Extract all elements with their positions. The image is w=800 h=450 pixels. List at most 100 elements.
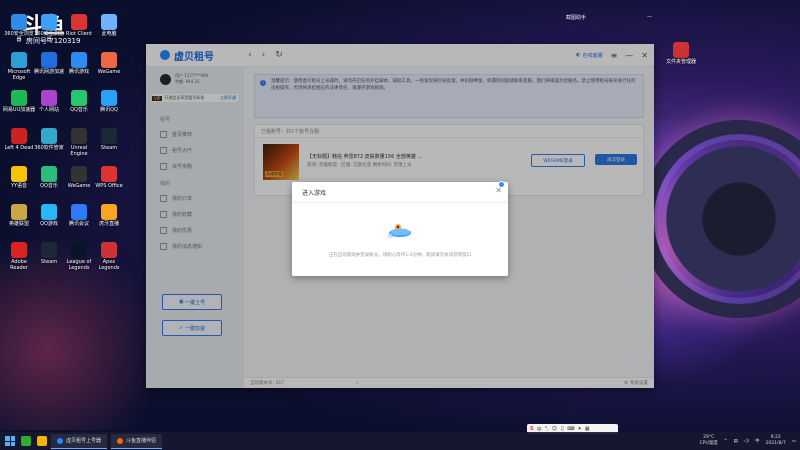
desktop-icon-label: 360软件管家 [34,145,64,151]
app-shortcut-icon [11,90,27,106]
top-right-widget-label: 截图助手 [566,14,587,21]
app-shortcut-icon [41,90,57,106]
app-shortcut-icon [71,14,87,30]
app-shortcut-icon [11,128,27,144]
app-shortcut-icon [11,52,27,68]
desktop-icon-label: 360安全浏览器 [4,31,34,43]
desktop-icon[interactable]: 腾讯会议 [62,204,96,228]
desktop-icon[interactable]: 英雄联盟 [2,204,36,228]
desktop-icon[interactable]: Unreal Engine [62,128,96,158]
windows-start-icon[interactable] [5,436,15,446]
desktop-icon[interactable]: YY语音 [2,166,36,190]
desktop-icon[interactable]: QQ音乐 [62,90,96,114]
cpu-temp-widget[interactable]: 29°C CPU温度 [700,435,718,447]
notification-dot-icon [498,181,505,188]
desktop-icon[interactable]: Left 4 Dead [2,128,36,152]
desktop-icon-label: Adobe Reader [10,259,28,271]
network-icon[interactable]: ▤ [734,439,738,444]
app-shortcut-icon [41,242,57,258]
desktop-icon[interactable]: WPS Office [92,166,126,190]
app-shortcut-icon [41,128,57,144]
desktop-icon-label: YY语音 [10,183,28,189]
app-shortcut-icon [41,204,57,220]
app-shortcut-icon [71,204,87,220]
desktop-icon-label: QQ游戏 [40,221,58,227]
desktop-icon-label: QQ音乐 [70,107,88,113]
desktop-icon[interactable]: 腾讯游戏 [62,52,96,76]
enter-game-dialog: 进入游戏 ✕ 正在启动游戏并登录账号，请耐心等待1-2分钟，期间请勿关闭游戏窗口 [292,181,508,276]
douyu-app-icon [117,437,124,444]
desktop-icon[interactable]: League of Legends [62,242,96,272]
desktop-icon-label: 腾讯QQ [100,107,118,113]
app-shortcut-icon [71,128,87,144]
desktop-icon[interactable]: 腾讯QQ [92,90,126,114]
dialog-message: 正在启动游戏并登录账号，请耐心等待1-2分钟，期间请勿关闭游戏窗口 [328,253,472,258]
desktop-icon-label: Microsoft Edge [7,69,31,81]
desktop-icon[interactable]: Steam [92,128,126,152]
folder-icon [673,42,689,58]
app-shortcut-icon [41,14,57,30]
desktop-icon-label: 腾讯游戏 [68,69,89,75]
taskbar-app-icon-1[interactable] [21,436,31,446]
app-shortcut-icon [101,14,117,30]
desktop-icon-label: WPS Office [95,183,123,189]
desktop-icon-right[interactable]: 文件夹管理器 [664,42,698,66]
desktop-icon-label: QQ音乐 [40,183,58,189]
tray-expand-icon[interactable]: ^ [724,439,728,444]
top-right-widget[interactable]: 截图助手 — [566,12,652,22]
notification-center-icon[interactable]: ▭ [792,439,796,444]
dialog-title: 进入游戏 [292,182,508,203]
desktop-icon[interactable]: 360安全浏览器 [2,14,36,44]
xubei-app-icon [57,437,63,444]
desktop-icon-label: 英雄联盟 [8,221,29,227]
desktop-icon-label: 腾讯会议 [68,221,89,227]
desktop-icon[interactable]: Riot Client [62,14,96,38]
desktop-icon[interactable]: Apex Legends [92,242,126,272]
app-shortcut-icon [101,242,117,258]
desktop-icon-label: Steam [100,145,118,151]
volume-icon[interactable]: ◁) [744,439,749,444]
desktop-icon-label: WeGame [97,69,121,75]
desktop-icon[interactable]: 360安全浏览器 [32,14,66,44]
desktop-icon[interactable]: 此电脑 [92,14,126,38]
app-shortcut-icon [101,204,117,220]
desktop-icon[interactable]: 网易UU加速器 [2,90,36,114]
plane-loading-icon [387,224,412,239]
app-shortcut-icon [71,242,87,258]
desktop-icon-label: WeGame [67,183,91,189]
desktop-icon-label: 360安全浏览器 [34,31,64,43]
taskbar-folder-icon[interactable] [37,436,47,446]
desktop-icon-label: Left 4 Dead [4,145,34,151]
desktop-icon-label: League of Legends [66,259,92,271]
desktop-icon[interactable]: WeGame [92,52,126,76]
desktop-icon[interactable]: Steam [32,242,66,266]
desktop-icon[interactable]: WeGame [62,166,96,190]
desktop-icon-label: 个人网站 [38,107,59,113]
taskbar: 虚贝租号上号器 斗鱼直播伴侣 29°C CPU温度 ^ ▤ ◁) 中 9:23 … [0,432,800,450]
desktop-icon-label: Steam [40,259,58,265]
app-shortcut-icon [71,166,87,182]
desktop-icon[interactable]: Adobe Reader [2,242,36,272]
desktop-icon-label: 腾讯网游加速 [33,69,64,75]
desktop-icon[interactable]: 个人网站 [32,90,66,114]
app-shortcut-icon [41,166,57,182]
desktop-icon[interactable]: QQ音乐 [32,166,66,190]
desktop-icon-label: 虎牙直播 [98,221,119,227]
app-shortcut-icon [71,52,87,68]
clock[interactable]: 9:23 2021/8/7 [766,435,786,447]
taskbar-item-xubei[interactable]: 虚贝租号上号器 [51,433,108,449]
desktop-icon[interactable]: 虎牙直播 [92,204,126,228]
desktop-icon-label: 网易UU加速器 [2,107,36,113]
taskbar-item-douyu[interactable]: 斗鱼直播伴侣 [111,433,163,449]
ime-indicator[interactable]: 中 [755,438,760,444]
desktop-icon[interactable]: 腾讯网游加速 [32,52,66,76]
app-shortcut-icon [11,14,27,30]
desktop-icon[interactable]: Microsoft Edge [2,52,36,82]
app-shortcut-icon [101,166,117,182]
app-shortcut-icon [101,52,117,68]
desktop-icon[interactable]: 360软件管家 [32,128,66,152]
desktop-icon[interactable]: QQ游戏 [32,204,66,228]
desktop-icon-label: Unreal Engine [70,145,88,157]
desktop-icon-label: 此电脑 [101,31,117,37]
top-right-widget-button[interactable]: — [647,14,652,20]
